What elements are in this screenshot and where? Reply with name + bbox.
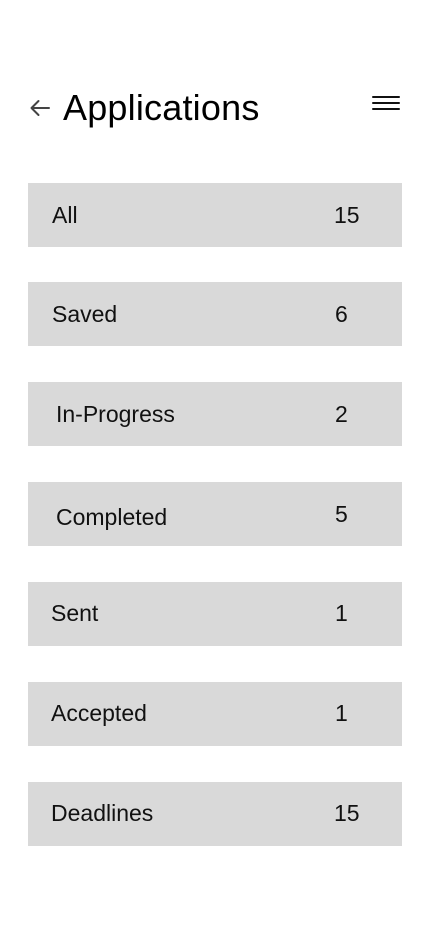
arrow-left-icon: [30, 100, 50, 116]
category-count: 1: [335, 600, 348, 626]
category-row-saved[interactable]: Saved 6: [28, 282, 402, 346]
category-count: 2: [335, 401, 348, 427]
category-count: 15: [334, 800, 360, 826]
category-row-deadlines[interactable]: Deadlines 15: [28, 782, 402, 846]
category-label: Accepted: [51, 700, 147, 726]
category-label: Saved: [52, 301, 118, 327]
category-count: 15: [334, 202, 360, 228]
category-count: 6: [335, 301, 348, 327]
hamburger-menu-icon: [372, 96, 400, 110]
category-count: 5: [335, 501, 348, 527]
category-count: 1: [335, 700, 348, 726]
category-row-completed[interactable]: Completed 5: [28, 482, 402, 546]
back-button[interactable]: [28, 96, 52, 120]
category-label: Deadlines: [51, 800, 154, 826]
category-label: Sent: [51, 600, 99, 626]
category-row-accepted[interactable]: Accepted 1: [28, 682, 402, 746]
category-row-in-progress[interactable]: In-Progress 2: [28, 382, 402, 446]
menu-button[interactable]: [371, 92, 401, 114]
category-row-all[interactable]: All 15: [28, 183, 402, 247]
page-title: Applications: [63, 87, 260, 128]
category-row-sent[interactable]: Sent 1: [28, 582, 402, 646]
category-label: Completed: [56, 504, 168, 530]
category-label: All: [52, 202, 78, 228]
category-label: In-Progress: [56, 401, 175, 427]
